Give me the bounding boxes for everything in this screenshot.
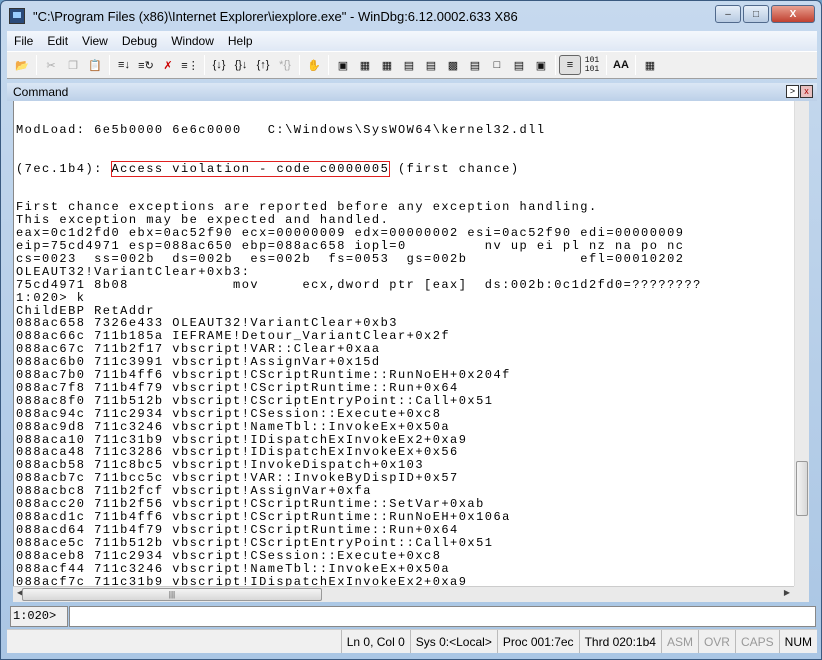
step-out-icon[interactable]: {↑} [252,55,274,75]
maximize-button[interactable]: □ [743,5,769,23]
command-browser-icon[interactable]: ▣ [530,55,552,75]
menu-debug[interactable]: Debug [115,34,164,48]
registers-window-icon[interactable]: ▤ [398,55,420,75]
exception-chance: (first chance) [389,161,520,176]
disassembly-window-icon[interactable]: ▤ [464,55,486,75]
status-ovr: OVR [697,630,735,653]
copy-icon[interactable]: ❐ [62,55,84,75]
window-title: "C:\Program Files (x86)\Internet Explore… [33,8,518,24]
output-line: ModLoad: 6e5b0000 6e6c0000 C:\Windows\Sy… [16,122,546,137]
processes-threads-icon[interactable]: ▤ [508,55,530,75]
command-output: ModLoad: 6e5b0000 6e6c0000 C:\Windows\Sy… [13,101,794,586]
horizontal-scrollbar[interactable]: ◀ ||| ▶ [13,586,794,602]
command-prompt: 1:020> [10,606,68,627]
command-panel-header: Command > x [7,83,817,101]
options-icon[interactable]: ▦ [639,55,661,75]
minimize-button[interactable]: – [715,5,741,23]
windbg-app-icon [9,8,25,24]
source-mode-icon[interactable]: ≡ [559,55,581,75]
status-num: NUM [778,630,817,653]
open-folder-icon[interactable]: 📂 [11,55,33,75]
output-line: OLEAUT32!VariantClear+0xb3: [16,264,251,279]
command-input[interactable] [69,606,816,627]
windbg-window: "C:\Program Files (x86)\Internet Explore… [0,0,822,660]
status-thrd: Thrd 020:1b4 [578,630,661,653]
output-line: 088ac7f8 711b4f79 vbscript!CScriptRuntim… [16,380,459,395]
vertical-scroll-thumb[interactable] [796,461,808,516]
output-line: 088ac94c 711c2934 vbscript!CSession::Exe… [16,406,442,421]
call-stack-window-icon[interactable]: ▩ [442,55,464,75]
output-line: 088aceb8 711c2934 vbscript!CSession::Exe… [16,548,442,563]
hex-display-icon[interactable]: 101 101 [581,55,603,75]
step-into-icon[interactable]: {↓} [208,55,230,75]
menu-file[interactable]: File [7,34,40,48]
output-line: cs=0023 ss=002b ds=002b es=002b fs=0053 … [16,251,685,266]
exception-line: (7ec.1b4): Access violation - code c0000… [16,160,702,177]
menu-view[interactable]: View [75,34,115,48]
output-line: 088ac9d8 711c3246 vbscript!NameTbl::Invo… [16,419,451,434]
output-line: 088ac8f0 711b512b vbscript!CScriptEntryP… [16,393,494,408]
output-line: 75cd4971 8b08 mov ecx,dword ptr [eax] ds… [16,277,702,292]
hand-icon[interactable]: ✋ [303,55,325,75]
dock-icon[interactable]: > [786,85,799,98]
status-asm: ASM [660,630,698,653]
menu-bar: File Edit View Debug Window Help [7,31,817,51]
status-sys: Sys 0:<Local> [409,630,497,653]
title-bar: "C:\Program Files (x86)\Internet Explore… [1,1,821,31]
toolbar: 📂 ✂ ❐ 📋 ≡↓ ≡↻ ✗ ≡⋮ {↓} {}↓ {↑} *{} ✋ ▣ ▦… [7,51,817,79]
exception-thread: (7ec.1b4): [16,161,112,176]
output-line: 088ace5c 711b512b vbscript!CScriptEntryP… [16,535,494,550]
watch-window-icon[interactable]: ▦ [354,55,376,75]
scratch-pad-icon[interactable]: □ [486,55,508,75]
output-line: 088acf7c 711c31b9 vbscript!IDispatchExIn… [16,574,468,586]
menu-window[interactable]: Window [164,34,221,48]
step-over-icon[interactable]: {}↓ [230,55,252,75]
restart-icon[interactable]: ≡↻ [135,55,157,75]
output-line: 088acf44 711c3246 vbscript!NameTbl::Invo… [16,561,451,576]
break-icon[interactable]: ≡⋮ [179,55,201,75]
output-line: 088acd1c 711b4ff6 vbscript!CScriptRuntim… [16,510,511,524]
output-line: 088acd64 711b4f79 vbscript!CScriptRuntim… [16,522,459,537]
output-line: eip=75cd4971 esp=088ac650 ebp=088ac658 i… [16,238,685,253]
output-line: 088ac7b0 711b4ff6 vbscript!CScriptRuntim… [16,368,511,383]
menu-help[interactable]: Help [221,34,260,48]
command-window-icon[interactable]: ▣ [332,55,354,75]
run-to-cursor-icon[interactable]: *{} [274,55,296,75]
go-icon[interactable]: ≡↓ [113,55,135,75]
output-line: 1:020> k [16,290,86,305]
cut-icon[interactable]: ✂ [40,55,62,75]
panel-close-icon[interactable]: x [800,85,813,98]
panel-title: Command [13,85,69,99]
status-proc: Proc 001:7ec [496,630,579,653]
memory-window-icon[interactable]: ▤ [420,55,442,75]
locals-window-icon[interactable]: ▦ [376,55,398,75]
horizontal-scroll-thumb[interactable]: ||| [22,588,322,601]
scroll-right-icon[interactable]: ▶ [784,588,790,597]
menu-edit[interactable]: Edit [40,34,75,48]
stop-debugging-icon[interactable]: ✗ [157,55,179,75]
font-icon[interactable]: AA [610,55,632,75]
close-button[interactable]: X [771,5,815,23]
paste-icon[interactable]: 📋 [84,55,106,75]
access-violation-highlight: Access violation - code c0000005 [110,160,391,177]
status-caps: CAPS [734,630,779,653]
status-ln: Ln 0, Col 0 [340,630,410,653]
status-bar: Ln 0, Col 0 Sys 0:<Local> Proc 001:7ec Thrd… [7,629,817,653]
vertical-scrollbar[interactable] [794,101,809,586]
